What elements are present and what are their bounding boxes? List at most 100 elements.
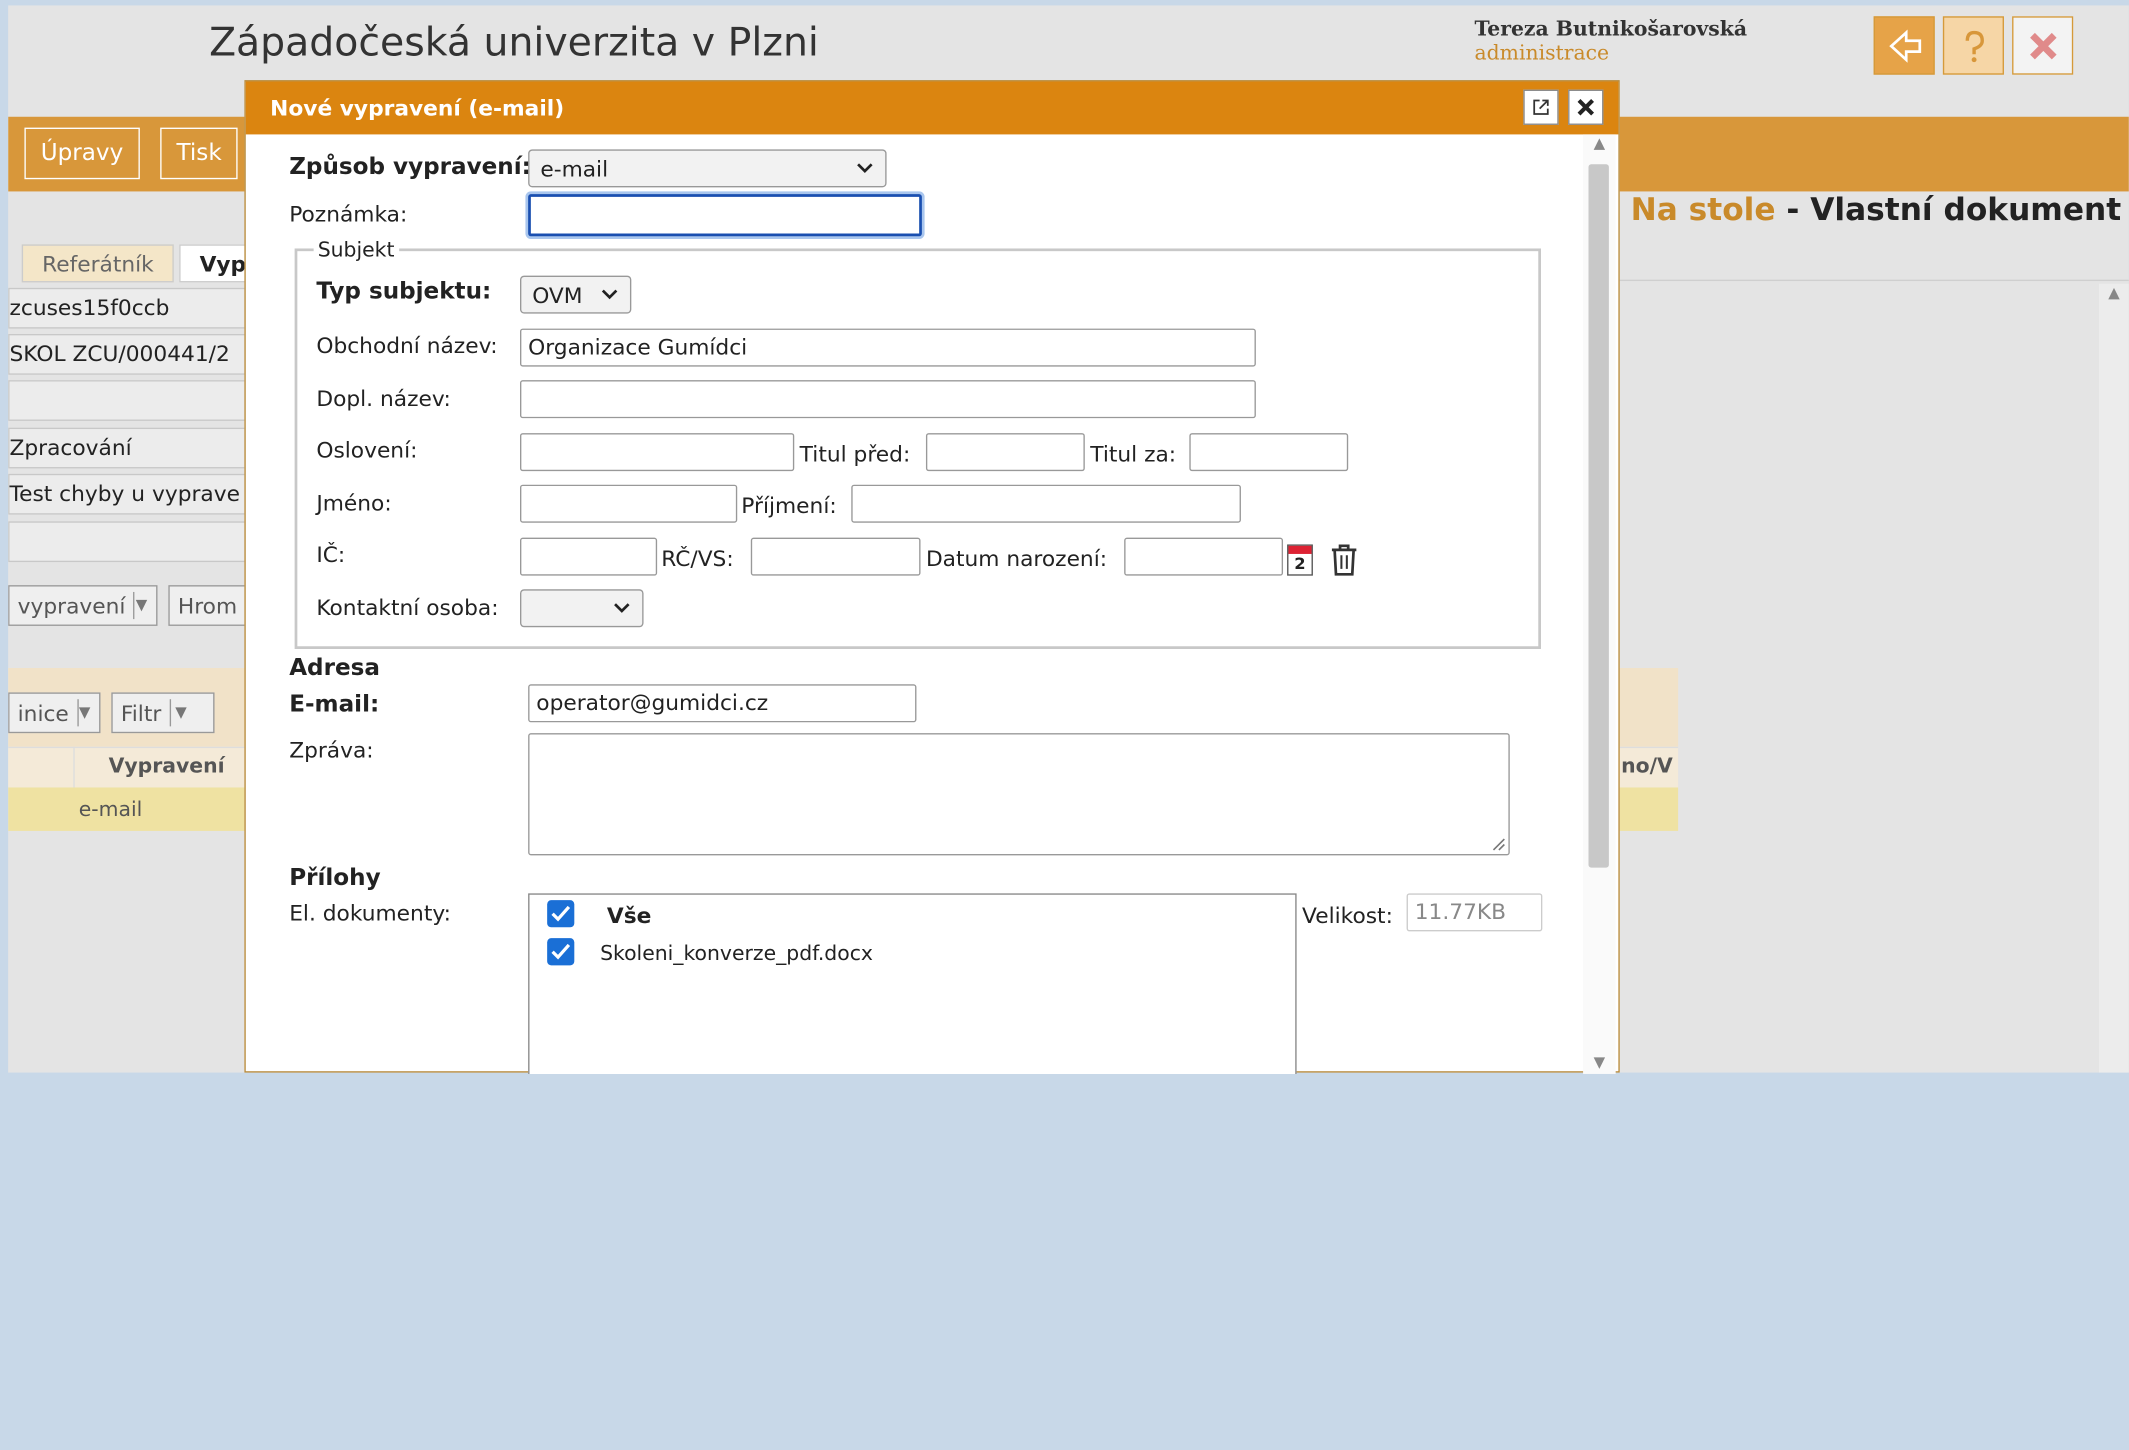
dispatch-menu-button[interactable]: vypravení ▼: [8, 585, 158, 626]
background-field-empty-2: [8, 521, 246, 563]
trash-icon: [1331, 544, 1357, 576]
subject-type-select[interactable]: OVM: [519, 275, 632, 314]
birth-date-input[interactable]: [1124, 537, 1284, 576]
first-name-label: Jméno:: [316, 490, 392, 516]
message-textarea[interactable]: [528, 733, 1510, 856]
attachments-heading: Přílohy: [289, 864, 381, 893]
heading-divider: [1610, 279, 2129, 282]
resize-handle-icon[interactable]: [1489, 835, 1505, 851]
close-x-icon: [2029, 32, 2056, 59]
background-field-reference: SKOL ZCU/000441/2: [8, 333, 246, 375]
document-place: Na stole: [1630, 192, 1776, 229]
new-dispatch-dialog: Nové vypravení (e-mail) Způsob vypravení…: [244, 80, 1620, 1074]
chevron-down-icon: ▼: [169, 699, 191, 727]
method-select[interactable]: e-mail: [528, 149, 887, 188]
extra-name-input[interactable]: [519, 380, 1256, 419]
check-icon: [551, 943, 571, 960]
dialog-title: Nové vypravení (e-mail): [270, 95, 565, 121]
message-label: Zpráva:: [289, 737, 374, 764]
document-title: Vlastní dokument: [1810, 192, 2122, 229]
size-value: 11.77KB: [1406, 893, 1543, 932]
external-link-icon: [1533, 99, 1549, 115]
edit-menu-button[interactable]: Úpravy: [24, 127, 140, 180]
dialog-close-button[interactable]: [1568, 89, 1604, 125]
back-arrow-icon: [1888, 28, 1921, 63]
attachments-list: Vše Skoleni_konverze_pdf.docx: [528, 893, 1297, 1074]
subject-type-label: Typ subjektu:: [316, 278, 492, 306]
attachment-checkbox[interactable]: [547, 938, 575, 966]
calendar-top: [1288, 545, 1312, 554]
popout-button[interactable]: [1523, 89, 1559, 125]
subject-fieldset: [294, 248, 1541, 649]
title-before-input[interactable]: [925, 433, 1085, 472]
method-label: Způsob vypravení:: [289, 153, 531, 181]
column-header-dispatch[interactable]: Vypravení: [109, 754, 225, 778]
bulk-menu-button[interactable]: Hrom: [168, 585, 250, 626]
definition-menu-label: inice: [17, 699, 69, 726]
rc-label: RČ/VS:: [661, 545, 734, 572]
salutation-input[interactable]: [519, 433, 795, 472]
filter-menu-button[interactable]: Filtr ▼: [111, 692, 215, 734]
last-name-label: Příjmení:: [741, 492, 837, 519]
dialog-scrollbar[interactable]: ▲ ▼: [1583, 134, 1616, 1074]
help-icon: [1964, 30, 1984, 62]
rc-input[interactable]: [750, 537, 921, 576]
calendar-icon: 2: [1294, 553, 1306, 573]
select-all-checkbox[interactable]: [547, 900, 575, 928]
close-icon: [1577, 99, 1595, 116]
company-name-input[interactable]: Organizace Gumídci: [519, 328, 1256, 367]
university-title: Západočeská univerzita v Plzni: [209, 19, 819, 66]
chevron-down-icon: [614, 603, 630, 613]
first-name-input[interactable]: [519, 484, 738, 523]
help-button[interactable]: [1942, 16, 2004, 75]
email-label: E-mail:: [289, 691, 380, 719]
subject-type-value: OVM: [532, 281, 583, 308]
edocs-label: El. dokumenty:: [289, 900, 451, 926]
clear-button[interactable]: [1328, 542, 1361, 583]
address-heading: Adresa: [289, 654, 380, 682]
check-icon: [551, 905, 571, 922]
print-menu-button[interactable]: Tisk: [160, 127, 239, 180]
ic-label: IČ:: [316, 541, 346, 568]
size-label: Velikost:: [1302, 902, 1393, 929]
company-name-label: Obchodní název:: [316, 332, 498, 359]
salutation-label: Oslovení:: [316, 437, 418, 463]
column-header-right[interactable]: no/V: [1621, 754, 1673, 778]
subject-legend: Subjekt: [313, 237, 399, 263]
title-before-label: Titul před:: [799, 441, 911, 468]
background-field-empty: [8, 380, 246, 421]
definition-menu-button[interactable]: inice ▼: [8, 692, 101, 734]
heading-separator: -: [1775, 192, 1811, 229]
scroll-down-icon[interactable]: ▼: [1583, 1054, 1616, 1072]
title-after-input[interactable]: [1189, 433, 1349, 472]
background-field-status: Zpracování: [8, 427, 246, 469]
document-heading: Na stole - Vlastní dokument: [1631, 193, 2122, 228]
method-select-value: e-mail: [540, 155, 609, 182]
scroll-up-icon[interactable]: ▲: [2099, 284, 2129, 302]
note-input[interactable]: [528, 194, 922, 237]
chevron-down-icon: ▼: [76, 699, 91, 727]
scrollbar-thumb[interactable]: [1588, 164, 1609, 868]
ic-input[interactable]: [519, 537, 658, 576]
dialog-body: Způsob vypravení: e-mail Poznámka: Subje…: [246, 134, 1583, 1074]
chevron-down-icon: [601, 289, 618, 300]
table-cell-method: e-mail: [78, 796, 143, 822]
contact-person-select[interactable]: [519, 589, 644, 628]
background-field-id: zcuses15f0ccb: [8, 287, 246, 329]
title-after-label: Titul za:: [1090, 441, 1177, 468]
calendar-button[interactable]: 2: [1287, 544, 1313, 576]
user-role: administrace: [1474, 40, 1610, 66]
tab-referatnik[interactable]: Referátník: [21, 244, 175, 283]
logout-button[interactable]: [2012, 16, 2074, 75]
back-button[interactable]: [1873, 16, 1935, 75]
dialog-header: Nové vypravení (e-mail): [245, 81, 1619, 135]
bulk-menu-label: Hrom: [177, 592, 238, 619]
user-name: Tereza Butnikošarovská: [1474, 16, 1748, 41]
chevron-down-icon: ▼: [133, 591, 148, 620]
email-input[interactable]: operator@gumidci.cz: [528, 684, 917, 723]
scroll-up-icon[interactable]: ▲: [1583, 134, 1616, 158]
last-name-input[interactable]: [851, 484, 1241, 523]
dispatch-menu-label: vypravení: [17, 592, 126, 619]
chevron-down-icon: [857, 163, 873, 173]
page-scrollbar[interactable]: ▲: [2099, 283, 2129, 1073]
